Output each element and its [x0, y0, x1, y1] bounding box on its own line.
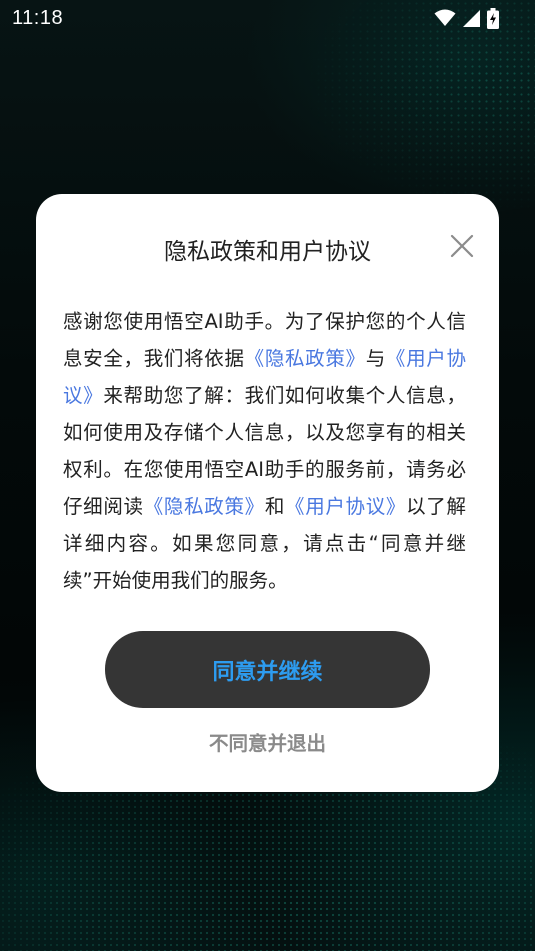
agree-and-continue-button[interactable]: 同意并继续: [105, 631, 430, 708]
user-agreement-link[interactable]: 《用户协议》: [285, 495, 406, 518]
body-text: 和: [264, 495, 286, 518]
close-button[interactable]: [446, 232, 478, 264]
status-bar: 11:18: [0, 0, 535, 38]
dialog-title: 隐私政策和用户协议: [164, 239, 371, 265]
wifi-icon: [434, 9, 456, 27]
status-icons: [434, 7, 499, 29]
decline-and-exit-button[interactable]: 不同意并退出: [36, 727, 499, 756]
body-text: 与: [365, 347, 386, 370]
privacy-policy-link[interactable]: 《隐私政策》: [245, 347, 366, 370]
close-icon: [450, 234, 474, 262]
battery-charging-icon: [487, 7, 499, 29]
dialog-body: 感谢您使用悟空AI助手。为了保护您的个人信息安全，我们将依据《隐私政策》与《用户…: [63, 303, 466, 599]
signal-icon: [462, 9, 481, 28]
status-time: 11:18: [12, 7, 64, 29]
privacy-policy-link[interactable]: 《隐私政策》: [144, 495, 265, 518]
privacy-dialog: 隐私政策和用户协议 感谢您使用悟空AI助手。为了保护您的个人信息安全，我们将依据…: [36, 194, 499, 792]
